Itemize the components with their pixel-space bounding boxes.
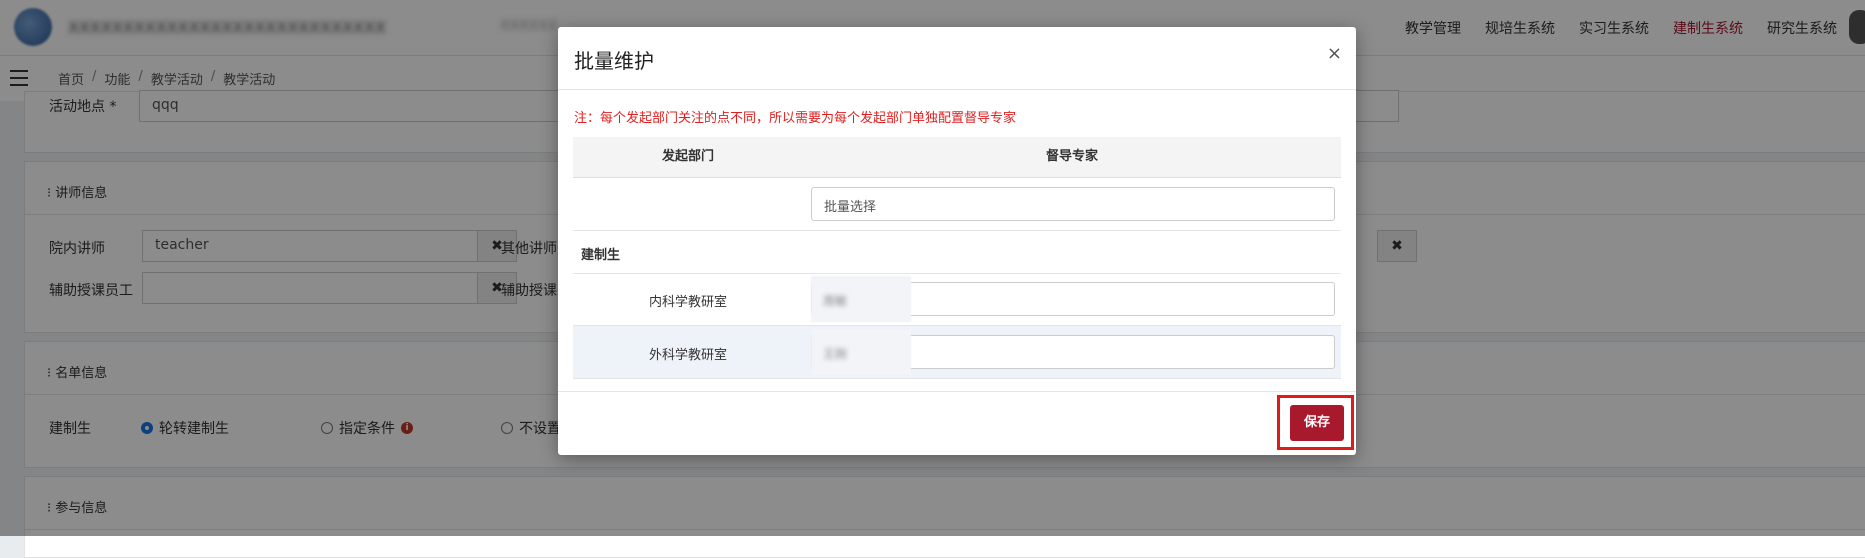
batch-maintain-modal: 批量维护 × 注：每个发起部门关注的点不同，所以需要为每个发起部门单独配置督导专…: [558, 27, 1356, 455]
dept-name: 外科学教研室: [648, 348, 727, 363]
expert-value-blurred: 周敏: [823, 294, 848, 308]
close-icon[interactable]: ×: [1327, 43, 1342, 64]
table-row-batch: 批量选择: [573, 178, 1341, 231]
table-row: 内科学教研室 周敏: [573, 274, 1341, 326]
batch-select-input[interactable]: 批量选择: [811, 187, 1335, 221]
table-row: 外科学教研室 王刚: [573, 326, 1341, 379]
expert-value-blurred: 王刚: [823, 347, 848, 361]
dept-name: 内科学教研室: [648, 295, 727, 310]
modal-note: 注：每个发起部门关注的点不同，所以需要为每个发起部门单独配置督导专家: [574, 111, 1017, 126]
group-label: 建制生: [581, 248, 621, 263]
table-row-group: 建制生: [573, 231, 1341, 274]
modal-title: 批量维护: [574, 49, 654, 73]
modal-footer-divider: [558, 391, 1356, 392]
modal-divider: [558, 89, 1356, 90]
col-dept-header: 发起部门: [661, 149, 714, 164]
save-button[interactable]: 保存: [1290, 405, 1344, 441]
table-header: 发起部门 督导专家: [573, 137, 1341, 178]
col-expert-header: 督导专家: [1045, 149, 1098, 164]
